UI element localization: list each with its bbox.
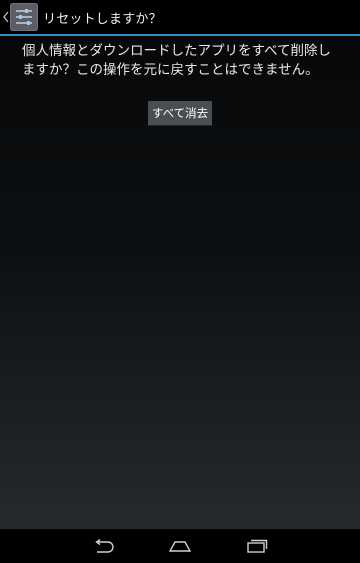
reset-warning-message: 個人情報とダウンロードしたアプリをすべて削除しますか？この操作を元に戻すことはで… — [22, 43, 332, 78]
settings-sliders-icon[interactable] — [10, 3, 38, 31]
back-icon[interactable] — [88, 535, 118, 557]
screen: リセットしますか？ 個人情報とダウンロードしたアプリをすべて削除しますか？この操… — [0, 0, 360, 563]
action-bar: リセットしますか？ — [0, 0, 360, 34]
home-icon[interactable] — [165, 535, 195, 557]
chevron-left-icon[interactable] — [2, 11, 10, 23]
page-title: リセットしますか？ — [43, 11, 162, 27]
action-bar-divider — [0, 34, 360, 36]
erase-everything-button[interactable]: すべて消去 — [148, 101, 212, 125]
recent-apps-icon[interactable] — [242, 535, 272, 557]
navigation-bar — [0, 529, 360, 563]
